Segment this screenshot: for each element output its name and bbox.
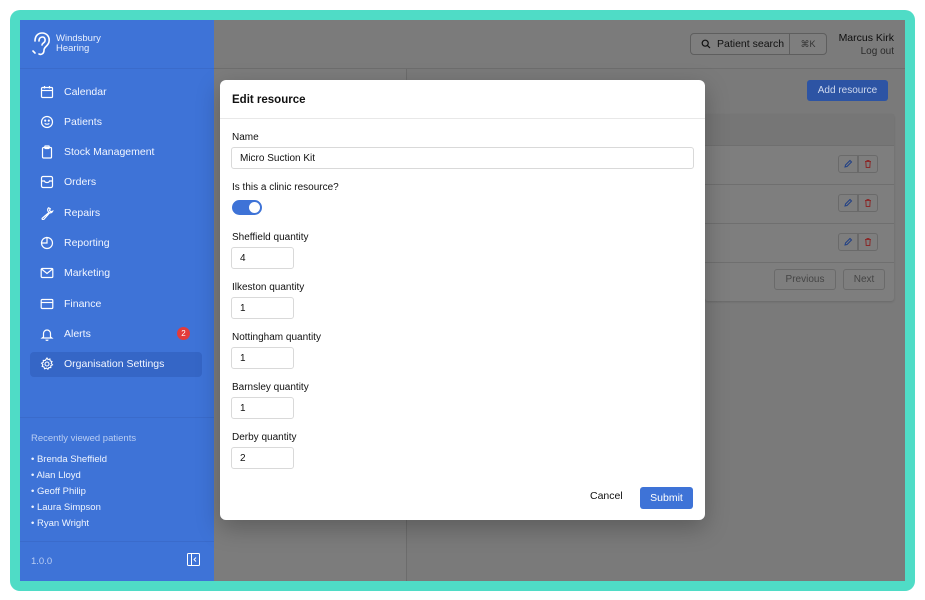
sheffield-quantity-input[interactable] [231,247,294,269]
table-header [705,114,894,146]
nottingham-quantity-label: Nottingham quantity [232,332,321,343]
edit-resource-modal: Edit resource Name Is this a clinic reso… [220,80,705,520]
sidebar-item-label: Repairs [64,206,101,219]
modal-title: Edit resource [232,94,306,106]
sidebar-item-stock-management[interactable]: Stock Management [30,140,202,165]
wrench-icon [40,206,54,220]
previous-page-button[interactable]: Previous [774,269,836,290]
recent-patients-list: • Brenda Sheffield • Alan Lloyd • Geoff … [31,452,107,532]
sidebar-item-label: Organisation Settings [64,358,165,371]
sidebar-item-label: Alerts [64,327,91,340]
sidebar-divider [20,541,214,542]
name-label: Name [232,132,259,143]
sidebar-item-label: Orders [64,176,97,189]
sheffield-quantity-label: Sheffield quantity [232,232,309,243]
sidebar-item-repairs[interactable]: Repairs [30,200,202,225]
sidebar-item-label: Reporting [64,236,110,249]
edit-button[interactable] [838,155,858,173]
barnsley-quantity-label: Barnsley quantity [232,382,309,393]
resources-table: Previous Next [705,114,894,301]
sidebar-item-label: Marketing [64,267,111,280]
derby-quantity-input[interactable] [231,447,294,469]
toggle-knob [249,202,260,213]
delete-button[interactable] [858,155,878,173]
recent-patient-link[interactable]: • Alan Lloyd [31,468,107,484]
clinic-resource-label: Is this a clinic resource? [232,182,339,193]
sidebar-item-alerts[interactable]: Alerts 2 [30,321,202,346]
sidebar-item-reporting[interactable]: Reporting [30,230,202,255]
logout-link[interactable]: Log out [861,46,894,57]
recent-patient-link[interactable]: • Ryan Wright [31,516,107,532]
brand-line-2: Hearing [56,43,90,54]
trash-icon [865,160,871,168]
ilkeston-quantity-input[interactable] [231,297,294,319]
ilkeston-quantity-label: Ilkeston quantity [232,282,305,293]
pencil-icon [844,237,853,246]
smile-icon [40,115,54,129]
next-page-button[interactable]: Next [843,269,885,290]
sidebar-item-marketing[interactable]: Marketing [30,261,202,286]
recent-patient-link[interactable]: • Laura Simpson [31,500,107,516]
sidebar-item-calendar[interactable]: Calendar [30,79,202,104]
trash-icon [865,199,871,207]
ear-logo-icon [32,32,50,56]
sidebar-item-organisation-settings[interactable]: Organisation Settings [30,351,202,377]
collapse-sidebar-icon[interactable] [187,553,200,566]
submit-button[interactable]: Submit [640,487,693,509]
app-window: Windsbury Hearing Calendar Patients Stoc… [20,20,905,581]
barnsley-quantity-input[interactable] [231,397,294,419]
delete-button[interactable] [858,194,878,212]
sidebar-divider [20,417,214,418]
recent-patients-title: Recently viewed patients [31,433,137,444]
table-row-divider [705,184,894,185]
sidebar: Windsbury Hearing Calendar Patients Stoc… [20,20,214,581]
sidebar-item-label: Patients [64,115,102,128]
search-icon [701,39,711,49]
calendar-icon [40,85,54,99]
bell-icon [40,327,54,341]
sidebar-item-patients[interactable]: Patients [30,109,202,134]
pencil-icon [844,159,853,168]
inbox-icon [40,175,54,189]
sidebar-nav: Calendar Patients Stock Management Order… [30,79,202,382]
sidebar-item-finance[interactable]: Finance [30,291,202,316]
table-row-divider [705,262,894,263]
envelope-icon [40,266,54,280]
gear-icon [40,357,54,371]
app-version: 1.0.0 [31,556,53,567]
search-shortcut: ⌘K [789,34,826,54]
derby-quantity-label: Derby quantity [232,432,297,443]
add-resource-button[interactable]: Add resource [807,80,888,101]
patient-search-button[interactable]: Patient search ⌘K [690,33,827,55]
modal-header: Edit resource [220,80,705,119]
cancel-button[interactable]: Cancel [590,490,623,502]
alerts-count-badge: 2 [177,327,190,341]
patient-search-label: Patient search [717,38,785,50]
edit-button[interactable] [838,233,858,251]
trash-icon [865,238,871,246]
nottingham-quantity-input[interactable] [231,347,294,369]
pencil-icon [844,198,853,207]
sidebar-item-label: Finance [64,297,102,310]
name-input[interactable] [231,147,694,169]
sidebar-item-orders[interactable]: Orders [30,170,202,195]
edit-button[interactable] [838,194,858,212]
clipboard-icon [40,145,54,159]
recent-patient-link[interactable]: • Geoff Philip [31,484,107,500]
sidebar-divider [20,68,214,69]
sidebar-item-label: Calendar [64,85,107,98]
sidebar-item-label: Stock Management [64,146,155,159]
top-bar: Patient search ⌘K Marcus Kirk Log out [214,20,905,69]
recent-patient-link[interactable]: • Brenda Sheffield [31,452,107,468]
delete-button[interactable] [858,233,878,251]
table-row-divider [705,223,894,224]
clinic-resource-toggle[interactable] [232,200,262,215]
brand-logo[interactable]: Windsbury Hearing [30,31,101,57]
pie-chart-icon [40,236,54,250]
credit-card-icon [40,297,54,311]
user-name: Marcus Kirk [838,32,894,44]
